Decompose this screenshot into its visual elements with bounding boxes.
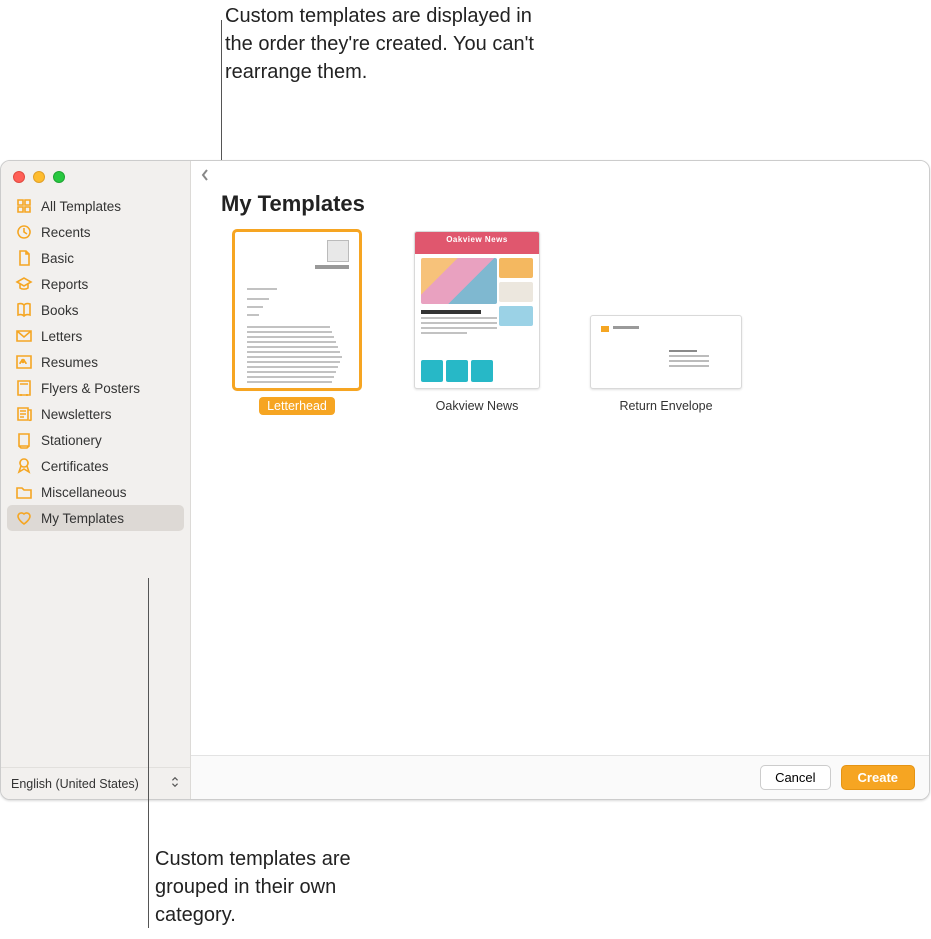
template-label: Return Envelope	[611, 397, 720, 415]
sidebar-item-flyers-posters[interactable]: Flyers & Posters	[7, 375, 184, 401]
template-label: Oakview News	[428, 397, 527, 415]
template-oakview-news[interactable]: Oakview News Oakview News	[401, 231, 553, 415]
sidebar-item-miscellaneous[interactable]: Miscellaneous	[7, 479, 184, 505]
template-letterhead[interactable]: Letterhead	[221, 231, 373, 415]
sidebar-item-label: Reports	[41, 277, 88, 292]
sidebar-item-label: Books	[41, 303, 79, 318]
academic-cap-icon	[15, 275, 33, 293]
person-card-icon	[15, 353, 33, 371]
category-list: All Templates Recents Basic Reports Books Let…	[1, 189, 190, 767]
sidebar: All Templates Recents Basic Reports Books Let…	[1, 161, 191, 799]
language-popup[interactable]: English (United States)	[1, 767, 190, 799]
sidebar-item-newsletters[interactable]: Newsletters	[7, 401, 184, 427]
sidebar-item-label: Flyers & Posters	[41, 381, 140, 396]
book-icon	[15, 301, 33, 319]
minimize-window-button[interactable]	[33, 171, 45, 183]
folder-icon	[15, 483, 33, 501]
grid-icon	[15, 197, 33, 215]
sidebar-item-stationery[interactable]: Stationery	[7, 427, 184, 453]
template-thumbnail	[590, 315, 742, 389]
sidebar-item-label: Basic	[41, 251, 74, 266]
sidebar-item-label: Letters	[41, 329, 82, 344]
clock-icon	[15, 223, 33, 241]
newspaper-icon	[15, 405, 33, 423]
sidebar-item-all-templates[interactable]: All Templates	[7, 193, 184, 219]
popup-chevrons-icon	[170, 776, 180, 791]
sidebar-item-recents[interactable]: Recents	[7, 219, 184, 245]
ribbon-icon	[15, 457, 33, 475]
callout-top: Custom templates are displayed in the or…	[225, 2, 535, 86]
callout-leader-bottom	[148, 578, 149, 928]
collapse-sidebar-button[interactable]	[197, 167, 213, 183]
sidebar-item-resumes[interactable]: Resumes	[7, 349, 184, 375]
sidebar-item-label: All Templates	[41, 199, 121, 214]
main-panel: My Templates LetterheadOakview NewsOakvi…	[191, 161, 929, 799]
template-label: Letterhead	[259, 397, 335, 415]
envelope-icon	[15, 327, 33, 345]
sidebar-item-reports[interactable]: Reports	[7, 271, 184, 297]
template-grid: Letterhead Oakview News Oakview News Return…	[191, 231, 929, 415]
template-thumbnail: Oakview News	[414, 231, 540, 389]
doc-icon	[15, 249, 33, 267]
close-window-button[interactable]	[13, 171, 25, 183]
sidebar-item-label: Certificates	[41, 459, 109, 474]
heart-icon	[15, 509, 33, 527]
sidebar-item-books[interactable]: Books	[7, 297, 184, 323]
sidebar-item-label: My Templates	[41, 511, 124, 526]
callout-bottom: Custom templates are grouped in their ow…	[155, 845, 415, 929]
window-controls	[1, 161, 190, 189]
create-button[interactable]: Create	[841, 765, 915, 790]
sidebar-item-label: Recents	[41, 225, 91, 240]
sidebar-item-label: Stationery	[41, 433, 102, 448]
sidebar-item-letters[interactable]: Letters	[7, 323, 184, 349]
poster-icon	[15, 379, 33, 397]
template-return-envelope[interactable]: Return Envelope	[581, 315, 751, 415]
language-label: English (United States)	[11, 777, 139, 791]
sidebar-item-label: Newsletters	[41, 407, 112, 422]
sidebar-item-my-templates[interactable]: My Templates	[7, 505, 184, 531]
sidebar-item-certificates[interactable]: Certificates	[7, 453, 184, 479]
template-banner-text: Oakview News	[415, 235, 539, 244]
template-chooser-window: All Templates Recents Basic Reports Books Let…	[0, 160, 930, 800]
page-title: My Templates	[191, 185, 929, 231]
template-thumbnail	[234, 231, 360, 389]
sidebar-item-label: Resumes	[41, 355, 98, 370]
cancel-button[interactable]: Cancel	[760, 765, 830, 790]
zoom-window-button[interactable]	[53, 171, 65, 183]
sidebar-item-basic[interactable]: Basic	[7, 245, 184, 271]
footer: Cancel Create	[191, 755, 929, 799]
sidebar-item-label: Miscellaneous	[41, 485, 127, 500]
stationery-icon	[15, 431, 33, 449]
